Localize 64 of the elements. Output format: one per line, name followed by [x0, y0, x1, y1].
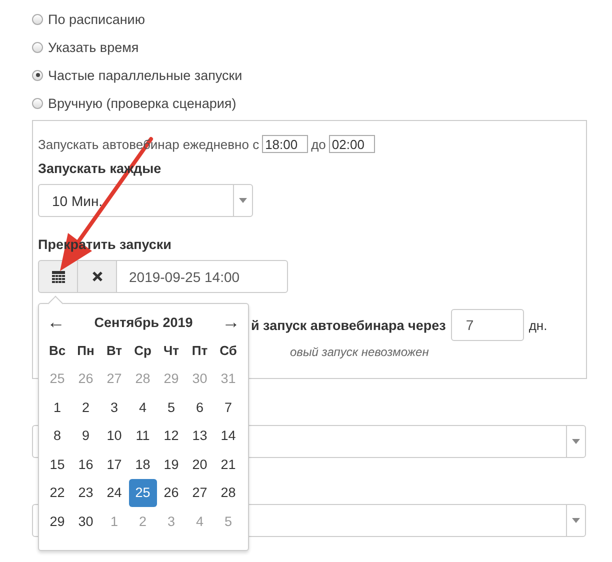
day-cell[interactable]: 21: [214, 450, 242, 478]
day-cell[interactable]: 13: [186, 422, 214, 450]
day-cell[interactable]: 16: [72, 450, 100, 478]
field-label: й запуск автовебинара через: [251, 318, 446, 332]
time-field[interactable]: 18:00: [262, 135, 308, 153]
caret-icon: [572, 439, 580, 444]
day-cell[interactable]: 4: [128, 393, 157, 422]
day-cell[interactable]: 1: [43, 393, 72, 422]
time-field[interactable]: 02:00: [328, 135, 375, 153]
caret-icon: [572, 518, 580, 523]
calendar-button[interactable]: [38, 260, 78, 293]
day-cell[interactable]: 30: [72, 507, 100, 536]
day-cell[interactable]: 14: [214, 422, 242, 450]
weekday-label: Пн: [76, 342, 96, 360]
next-month-button[interactable]: →: [222, 312, 240, 332]
interval-select[interactable]: 10 Мин.: [38, 184, 253, 217]
day-cell[interactable]: 12: [157, 422, 186, 450]
date-field[interactable]: 2019-09-25 14:00: [116, 260, 288, 293]
radio-label: По расписанию: [48, 12, 145, 26]
day-cell[interactable]: 28: [214, 478, 242, 507]
day-cell[interactable]: 17: [100, 450, 128, 478]
calendar-icon: [52, 270, 64, 282]
radio-label: Вручную (проверка сценария): [48, 96, 236, 110]
radio-button[interactable]: [32, 98, 43, 108]
weekday-label: Пт: [190, 342, 209, 360]
month-title: Сентябрь 2019: [94, 314, 193, 330]
clear-button[interactable]: [77, 260, 117, 293]
unit-label: дн.: [528, 318, 548, 332]
day-cell[interactable]: 2: [72, 393, 100, 422]
radio-label: Указать время: [48, 40, 139, 54]
day-cell[interactable]: 10: [100, 422, 128, 450]
day-cell[interactable]: 25: [128, 478, 157, 507]
day-cell[interactable]: 23: [72, 478, 100, 507]
day-cell[interactable]: 7: [214, 393, 242, 422]
close-icon: [92, 271, 102, 282]
days-field[interactable]: 7: [450, 309, 524, 341]
radio-button[interactable]: [32, 42, 43, 52]
day-cell[interactable]: 27: [186, 478, 214, 507]
weekday-label: Вт: [105, 342, 124, 360]
day-cell[interactable]: 20: [186, 450, 214, 478]
day-cell[interactable]: 6: [186, 393, 214, 422]
caret-icon: [239, 198, 247, 203]
day-cell[interactable]: 18: [128, 450, 157, 478]
day-cell[interactable]: 26: [157, 478, 186, 507]
weekday-label: Сб: [218, 342, 238, 360]
day-cell[interactable]: 9: [72, 422, 100, 450]
previous-month-button[interactable]: ←: [47, 312, 65, 332]
day-cell[interactable]: 24: [100, 478, 128, 507]
weekday-label: Чт: [162, 342, 180, 360]
hint-text: овый запуск невозможен: [290, 345, 429, 359]
day-cell[interactable]: 15: [43, 450, 72, 478]
to-label: до: [311, 136, 326, 152]
radio-button[interactable]: [32, 14, 43, 24]
weekday-label: Вс: [48, 342, 67, 360]
day-cell[interactable]: 8: [43, 422, 72, 450]
radio-label: Частые параллельные запуски: [48, 68, 242, 82]
day-cell[interactable]: 11: [128, 422, 157, 450]
day-cell[interactable]: 19: [157, 450, 186, 478]
day-cell[interactable]: 22: [43, 478, 72, 507]
day-cell[interactable]: 3: [100, 393, 128, 422]
weekday-label: Ср: [133, 342, 152, 360]
day-cell[interactable]: 29: [43, 507, 72, 536]
day-cell[interactable]: 5: [157, 393, 186, 422]
radio-button[interactable]: [32, 70, 43, 80]
